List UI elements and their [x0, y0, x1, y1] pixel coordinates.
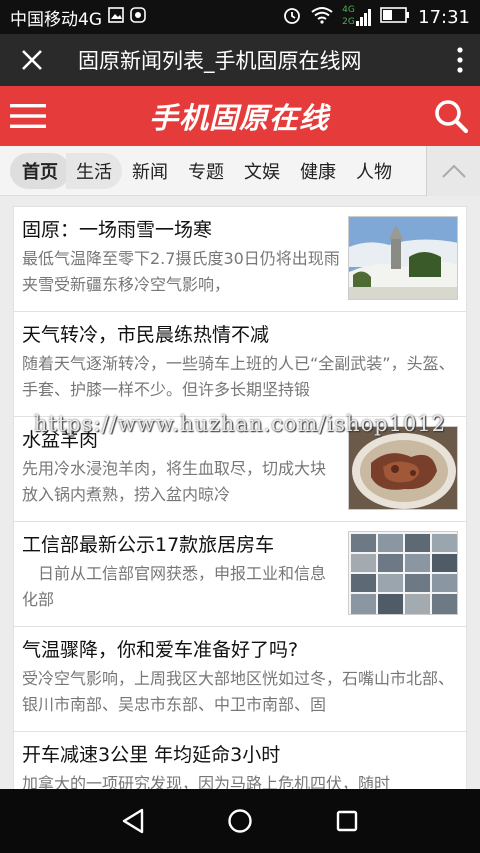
tab-topics[interactable]: 专题 [178, 153, 234, 189]
carrier-label: 中国移动4G [10, 9, 102, 30]
site-logo[interactable]: 手机固原在线 [56, 95, 422, 137]
list-item[interactable]: 水盆羊肉 先用冷水浸泡羊肉，将生血取尽，切成大块放入锅内煮熟，捞入盆内晾冷 [13, 416, 467, 521]
browser-title-bar: 固原新闻列表_手机固原在线网 [0, 34, 480, 86]
hamburger-icon [10, 104, 46, 128]
recents-button[interactable] [323, 797, 371, 845]
article-summary: 先用冷水浸泡羊肉，将生血取尽，切成大块放入锅内煮熟，捞入盆内晾冷 [22, 459, 327, 504]
article-title[interactable]: 工信部最新公示17款旅居房车 [22, 531, 340, 559]
close-icon [22, 50, 42, 70]
article-summary: 最低气温降至零下2.7摄氏度30日仍将出现雨夹雪受新疆东移冷空气影响， [22, 249, 340, 294]
site-header: 手机固原在线 [0, 86, 480, 146]
menu-button[interactable] [0, 86, 56, 146]
search-button[interactable] [422, 86, 480, 146]
article-thumbnail[interactable] [348, 426, 458, 510]
cellular-signal-icon: 4G 2G [342, 5, 372, 28]
article-thumbnail[interactable] [348, 531, 458, 615]
page-title: 固原新闻列表_手机固原在线网 [78, 49, 362, 73]
collapse-categories-button[interactable] [426, 146, 480, 196]
back-button[interactable] [109, 797, 157, 845]
clock-time: 17:31 [418, 6, 470, 28]
article-title[interactable]: 固原：一场雨雪一场寒 [22, 216, 340, 244]
list-item[interactable]: 天气转冷，市民晨练热情不减 随着天气逐渐转冷，一些骑车上班的人已“全副武装”，头… [13, 311, 467, 416]
article-thumbnail[interactable] [348, 216, 458, 300]
article-title[interactable]: 气温骤降，你和爱车准备好了吗? [22, 636, 458, 664]
tab-entertainment[interactable]: 文娱 [234, 153, 290, 189]
home-button[interactable] [216, 797, 264, 845]
more-vertical-icon [457, 47, 463, 73]
tab-news[interactable]: 新闻 [122, 153, 178, 189]
app-notification-icon [130, 6, 146, 28]
alarm-icon [282, 5, 302, 30]
network-type-label: 4G [342, 5, 355, 15]
search-icon [435, 100, 469, 134]
article-summary: 受冷空气影响，上周我区大部地区恍如过冬，石嘴山市北部、银川市南部、吴忠市东部、中… [22, 669, 455, 714]
status-bar: 中国移动4G 4G 2G 17:31 [0, 0, 480, 34]
list-item[interactable]: 气温骤降，你和爱车准备好了吗? 受冷空气影响，上周我区大部地区恍如过冬，石嘴山市… [13, 626, 467, 731]
article-title[interactable]: 开车减速3公里 年均延命3小时 [22, 741, 458, 769]
image-notification-icon [108, 6, 124, 28]
more-menu-button[interactable] [440, 34, 480, 86]
tab-home[interactable]: 首页 [10, 152, 70, 189]
article-title[interactable]: 水盆羊肉 [22, 426, 340, 454]
chevron-up-icon [441, 164, 466, 178]
tab-people[interactable]: 人物 [346, 153, 402, 189]
wifi-icon [310, 6, 334, 29]
article-list: 固原：一场雨雪一场寒 最低气温降至零下2.7摄氏度30日仍将出现雨夹雪受新疆东移… [13, 206, 467, 836]
recents-square-icon [336, 810, 357, 832]
system-nav-bar [0, 789, 480, 853]
battery-icon [380, 6, 410, 28]
list-item[interactable]: 固原：一场雨雪一场寒 最低气温降至零下2.7摄氏度30日仍将出现雨夹雪受新疆东移… [13, 206, 467, 311]
article-summary: 日前从工信部官网获悉，申报工业和信息化部 [22, 564, 327, 609]
article-title[interactable]: 天气转冷，市民晨练热情不减 [22, 321, 458, 349]
back-triangle-icon [123, 808, 144, 834]
category-nav: 首页 生活 新闻 专题 文娱 健康 人物 [0, 146, 480, 196]
tab-health[interactable]: 健康 [290, 153, 346, 189]
close-button[interactable] [0, 34, 64, 86]
article-summary: 随着天气逐渐转冷，一些骑车上班的人已“全副武装”，头盔、手套、护膝一样不少。但许… [22, 354, 455, 399]
tab-life[interactable]: 生活 [66, 152, 122, 189]
list-item[interactable]: 工信部最新公示17款旅居房车 日前从工信部官网获悉，申报工业和信息化部 [13, 521, 467, 626]
network-type-label-2: 2G [342, 17, 355, 27]
home-circle-icon [228, 809, 252, 833]
